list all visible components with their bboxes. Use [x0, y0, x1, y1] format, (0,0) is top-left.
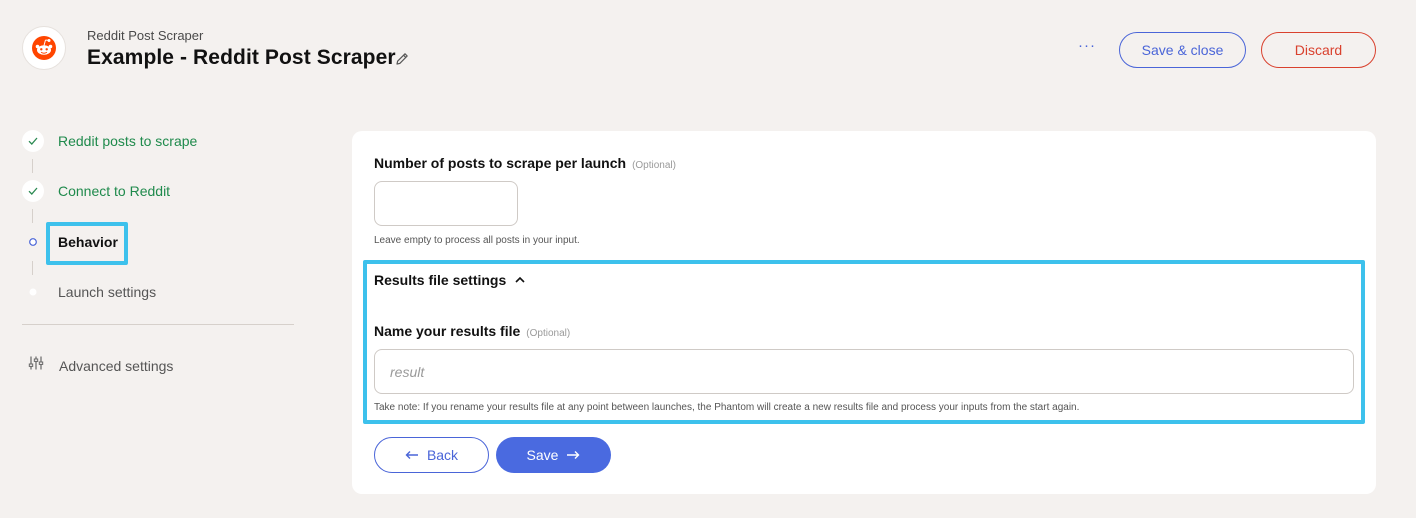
optional-tag: (Optional)	[632, 160, 676, 171]
current-step-icon	[22, 231, 44, 253]
results-file-name-hint: Take note: If you rename your results fi…	[374, 402, 1080, 413]
arrow-right-icon	[567, 451, 580, 459]
sidebar-step-label: Launch settings	[58, 284, 157, 300]
optional-tag: (Optional)	[526, 328, 571, 339]
pencil-icon[interactable]	[394, 51, 412, 69]
arrow-left-icon	[405, 451, 418, 459]
check-icon	[22, 130, 44, 152]
advanced-settings-link[interactable]: Advanced settings	[28, 355, 173, 376]
highlight-box	[46, 222, 128, 265]
sidebar-step-reddit-posts[interactable]: Reddit posts to scrape	[22, 130, 197, 152]
save-close-button[interactable]: Save & close	[1119, 32, 1246, 68]
results-file-name-label: Name your results file (Optional)	[374, 323, 571, 339]
results-file-settings-toggle[interactable]: Results file settings	[374, 272, 526, 288]
sidebar-step-launch-settings[interactable]: Launch settings	[22, 281, 156, 303]
posts-per-launch-input[interactable]	[374, 181, 518, 226]
sidebar-divider	[22, 324, 294, 325]
discard-button[interactable]: Discard	[1261, 32, 1376, 68]
more-options-button[interactable]: ···	[1076, 37, 1098, 59]
check-icon	[22, 180, 44, 202]
save-button[interactable]: Save	[496, 437, 611, 473]
chevron-up-icon	[515, 276, 525, 283]
reddit-logo-icon	[22, 26, 66, 70]
step-connector	[32, 209, 33, 223]
step-connector	[32, 261, 33, 275]
sidebar-step-label: Connect to Reddit	[58, 183, 171, 199]
section-title: Results file settings	[374, 272, 507, 288]
results-file-name-input[interactable]	[374, 349, 1354, 394]
advanced-settings-label: Advanced settings	[59, 357, 174, 374]
back-button[interactable]: Back	[374, 437, 489, 473]
app-subtitle: Reddit Post Scraper	[87, 28, 204, 43]
pending-step-icon	[22, 281, 44, 303]
sliders-icon	[28, 355, 44, 376]
sidebar-step-connect-reddit[interactable]: Connect to Reddit	[22, 180, 170, 202]
page-title: Example - Reddit Post Scraper	[87, 46, 396, 69]
posts-per-launch-label: Number of posts to scrape per launch (Opt…	[374, 155, 676, 171]
step-connector	[32, 159, 33, 173]
posts-per-launch-hint: Leave empty to process all posts in your…	[374, 235, 580, 246]
sidebar-step-label: Reddit posts to scrape	[58, 133, 198, 149]
